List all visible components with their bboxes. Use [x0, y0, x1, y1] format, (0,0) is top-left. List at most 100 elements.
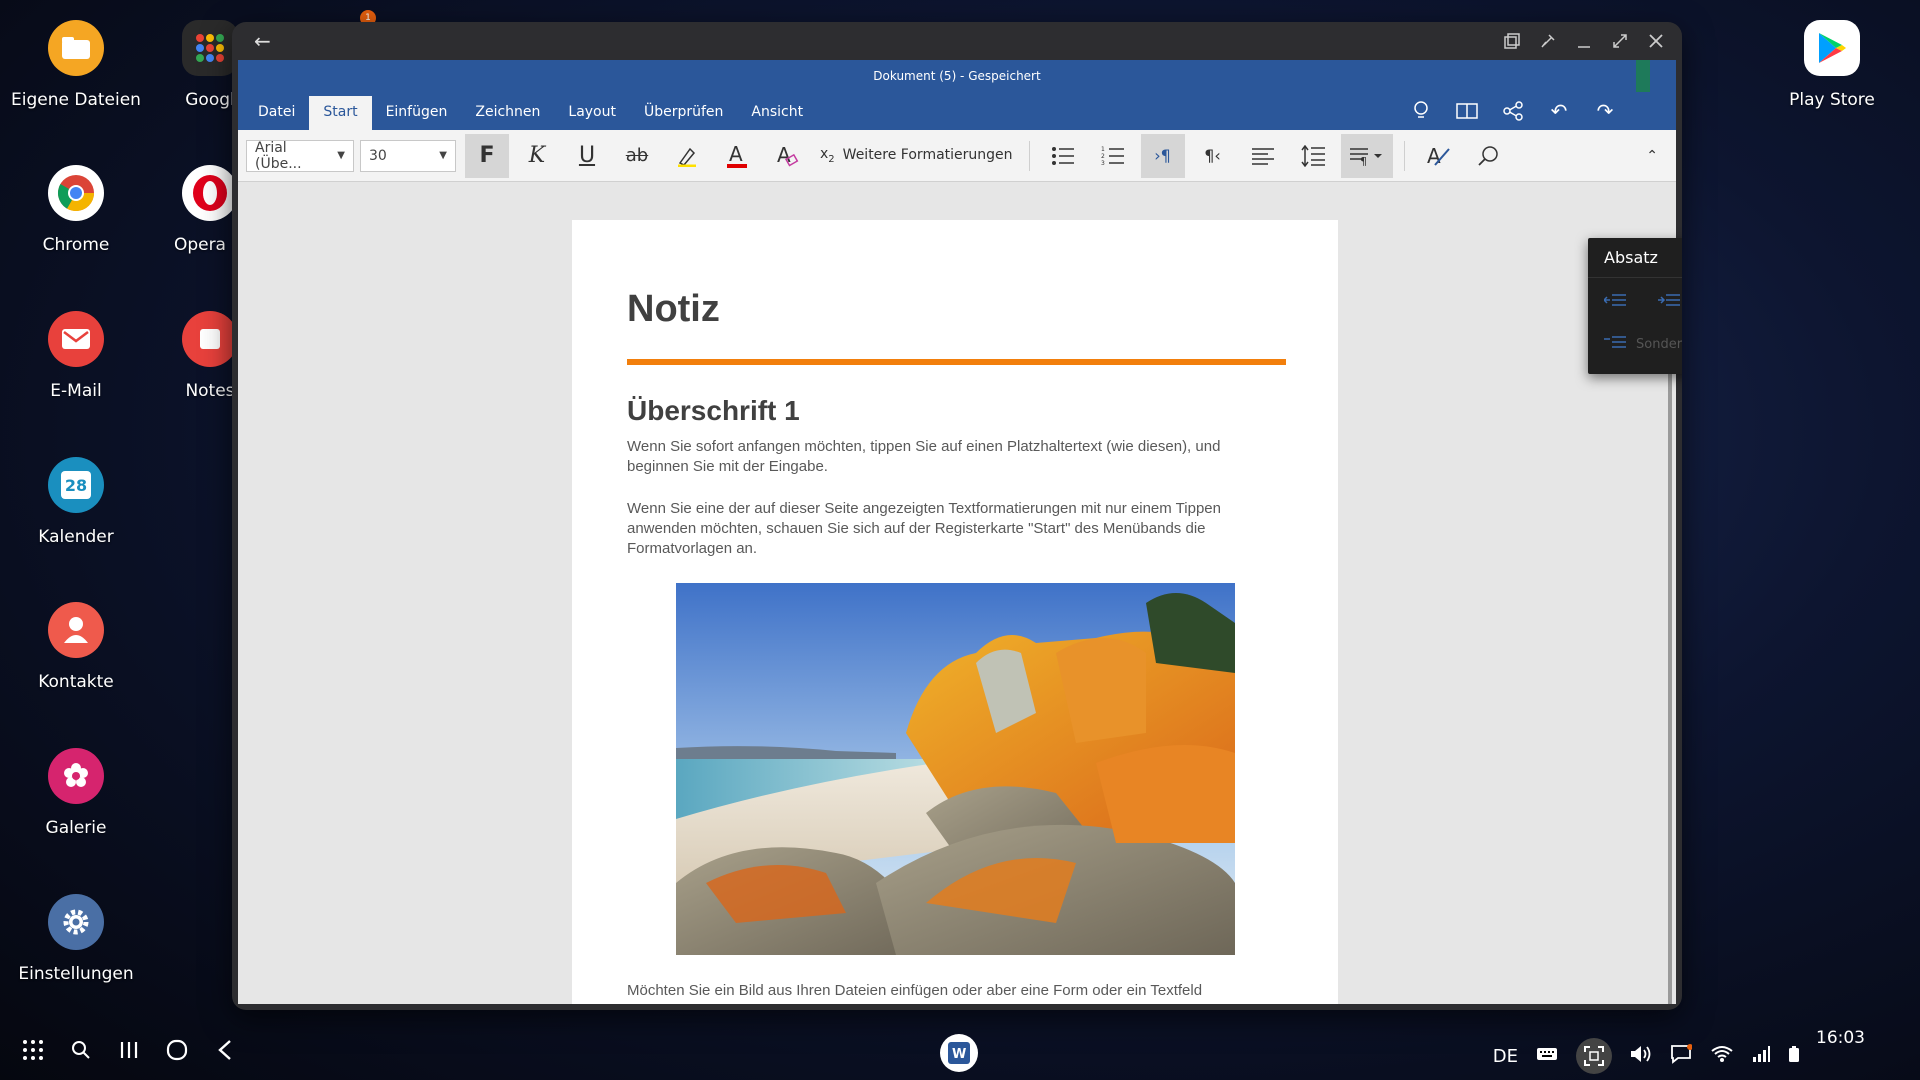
back-arrow-icon[interactable]: ←	[254, 29, 271, 53]
pop-out-icon[interactable]	[1504, 33, 1520, 49]
desktop-icon-label: Notes	[185, 381, 235, 401]
desktop-icon-label: Kalender	[38, 527, 114, 547]
search-icon[interactable]	[68, 1037, 94, 1063]
language-indicator[interactable]: DE	[1493, 1046, 1518, 1067]
styles-icon[interactable]: A	[1416, 134, 1460, 178]
strikethrough-button[interactable]: ab	[615, 134, 659, 178]
desktop-icon-label: Eigene Dateien	[11, 90, 141, 110]
font-size-dropdown[interactable]: 30 ▼	[360, 139, 456, 172]
undo-icon[interactable]: ↶	[1548, 99, 1570, 123]
decrease-indent-icon[interactable]	[1602, 292, 1626, 311]
play-store-icon	[1804, 20, 1860, 76]
window-controls-bar: ←	[232, 22, 1682, 60]
font-color-button[interactable]: A	[715, 134, 759, 178]
home-icon[interactable]	[164, 1037, 190, 1063]
mail-icon	[48, 311, 104, 367]
svg-text:1: 1	[1101, 146, 1105, 153]
svg-text:A: A	[1427, 145, 1441, 167]
doc-title[interactable]: Notiz	[627, 288, 1283, 331]
search-icon[interactable]	[1466, 134, 1510, 178]
desktop-icon-email[interactable]: E-Mail	[1, 311, 151, 401]
reading-view-icon[interactable]	[1456, 100, 1478, 122]
paragraph-3[interactable]: Möchten Sie ein Bild aus Ihren Dateien e…	[627, 981, 1267, 1004]
notes-icon	[182, 311, 238, 367]
beach-rocks-image[interactable]	[676, 583, 1235, 955]
screen-capture-icon[interactable]	[1576, 1038, 1612, 1074]
paragraph-options-button[interactable]: ¶	[1340, 133, 1393, 178]
vertical-scrollbar[interactable]	[1668, 360, 1672, 1004]
clear-formatting-icon[interactable]: A	[765, 134, 809, 178]
indent-buttons-row	[1588, 278, 1682, 319]
collapse-ribbon-icon[interactable]: ⌃	[1646, 148, 1658, 164]
keyboard-icon[interactable]	[1536, 1046, 1558, 1067]
separator	[1028, 140, 1030, 171]
underline-button[interactable]: U	[565, 134, 609, 178]
desktop-icon-play-store[interactable]: Play Store	[1757, 20, 1907, 110]
heading-1[interactable]: Überschrift 1	[627, 395, 1283, 427]
tab-start[interactable]: Start	[309, 96, 372, 130]
italic-button[interactable]: K	[515, 134, 559, 178]
document-titlebar: Dokument (5) - Gespeichert	[238, 60, 1676, 92]
word-taskbar-icon[interactable]: W	[940, 1034, 978, 1072]
rtl-paragraph-icon[interactable]: ¶‹	[1191, 134, 1235, 178]
desktop-icon-eigene-dateien[interactable]: Eigene Dateien	[1, 20, 151, 110]
tab-zeichnen[interactable]: Zeichnen	[461, 96, 554, 130]
more-formatting-button[interactable]: x2 Weitere Formatierungen	[820, 146, 1013, 165]
lightbulb-icon[interactable]	[1410, 100, 1432, 122]
clock[interactable]: 16:03	[1816, 1028, 1865, 1048]
desktop-icon-label: Chrome	[42, 235, 110, 255]
paragraph-1[interactable]: Wenn Sie sofort anfangen möchten, tippen…	[627, 437, 1267, 477]
tab-einfuegen[interactable]: Einfügen	[372, 96, 462, 130]
highlighter-icon[interactable]	[665, 134, 709, 178]
svg-text:A: A	[729, 143, 743, 166]
ltr-paragraph-icon[interactable]: ›¶	[1140, 133, 1185, 178]
special-indent-item[interactable]: Sondereinzug ›	[1588, 319, 1682, 369]
pin-icon[interactable]	[1540, 33, 1556, 49]
desktop-icon-einstellungen[interactable]: Einstellungen	[1, 894, 151, 984]
desktop-icon-label: E-Mail	[50, 381, 102, 401]
apps-grid-icon[interactable]	[20, 1037, 46, 1063]
increase-indent-icon[interactable]	[1658, 292, 1680, 311]
align-left-icon[interactable]	[1241, 134, 1285, 178]
desktop-icon-kontakte[interactable]: Kontakte	[1, 602, 151, 692]
close-icon[interactable]	[1648, 33, 1664, 49]
font-name-value: Arial (Übe...	[255, 139, 302, 172]
desktop-icon-label: Play Store	[1789, 90, 1875, 110]
ribbon-tabs: Datei Start Einfügen Zeichnen Layout Übe…	[238, 92, 1676, 130]
notification-icon[interactable]	[1670, 1043, 1693, 1069]
taskbar: W DE 16:03	[0, 1020, 1920, 1080]
back-icon[interactable]	[212, 1037, 238, 1063]
chevron-down-icon: ▼	[439, 150, 447, 161]
opera-icon	[182, 165, 238, 221]
desktop-icon-galerie[interactable]: Galerie	[1, 748, 151, 838]
minimize-icon[interactable]	[1576, 33, 1592, 49]
tab-datei[interactable]: Datei	[244, 96, 309, 130]
volume-icon[interactable]	[1630, 1045, 1652, 1068]
tab-ansicht[interactable]: Ansicht	[737, 96, 817, 130]
redo-icon[interactable]: ↷	[1594, 99, 1616, 123]
tab-ueberpruefen[interactable]: Überprüfen	[630, 96, 737, 130]
word-app: Dokument (5) - Gespeichert Datei Start E…	[238, 60, 1682, 1004]
desktop-icon-chrome[interactable]: Chrome	[1, 165, 151, 255]
maximize-icon[interactable]	[1612, 33, 1628, 49]
desktop-icon-label: Googl	[185, 90, 235, 110]
desktop-icon-kalender[interactable]: 28 Kalender	[1, 457, 151, 547]
settings-icon	[48, 894, 104, 950]
folder-icon	[48, 20, 104, 76]
share-icon[interactable]	[1502, 100, 1524, 122]
bullet-list-icon[interactable]	[1041, 134, 1085, 178]
font-name-dropdown[interactable]: Arial (Übe... ▼	[246, 139, 354, 172]
recents-icon[interactable]	[116, 1037, 142, 1063]
wifi-icon[interactable]	[1710, 1045, 1734, 1068]
svg-text:2: 2	[1101, 153, 1105, 160]
word-window: ← Dokument (5) - Gespeichert Datei Start…	[232, 22, 1682, 1010]
line-spacing-icon[interactable]	[1291, 134, 1335, 178]
tab-layout[interactable]: Layout	[554, 96, 630, 130]
paragraph-2[interactable]: Wenn Sie eine der auf dieser Seite angez…	[627, 499, 1267, 559]
document-page[interactable]: Notiz Überschrift 1 Wenn Sie sofort anfa…	[572, 220, 1338, 1004]
numbered-list-icon[interactable]: 123	[1091, 134, 1135, 178]
svg-text:W: W	[952, 1047, 966, 1062]
separator	[1403, 140, 1405, 171]
bold-button[interactable]: F	[465, 133, 509, 178]
title-underline	[627, 359, 1286, 365]
